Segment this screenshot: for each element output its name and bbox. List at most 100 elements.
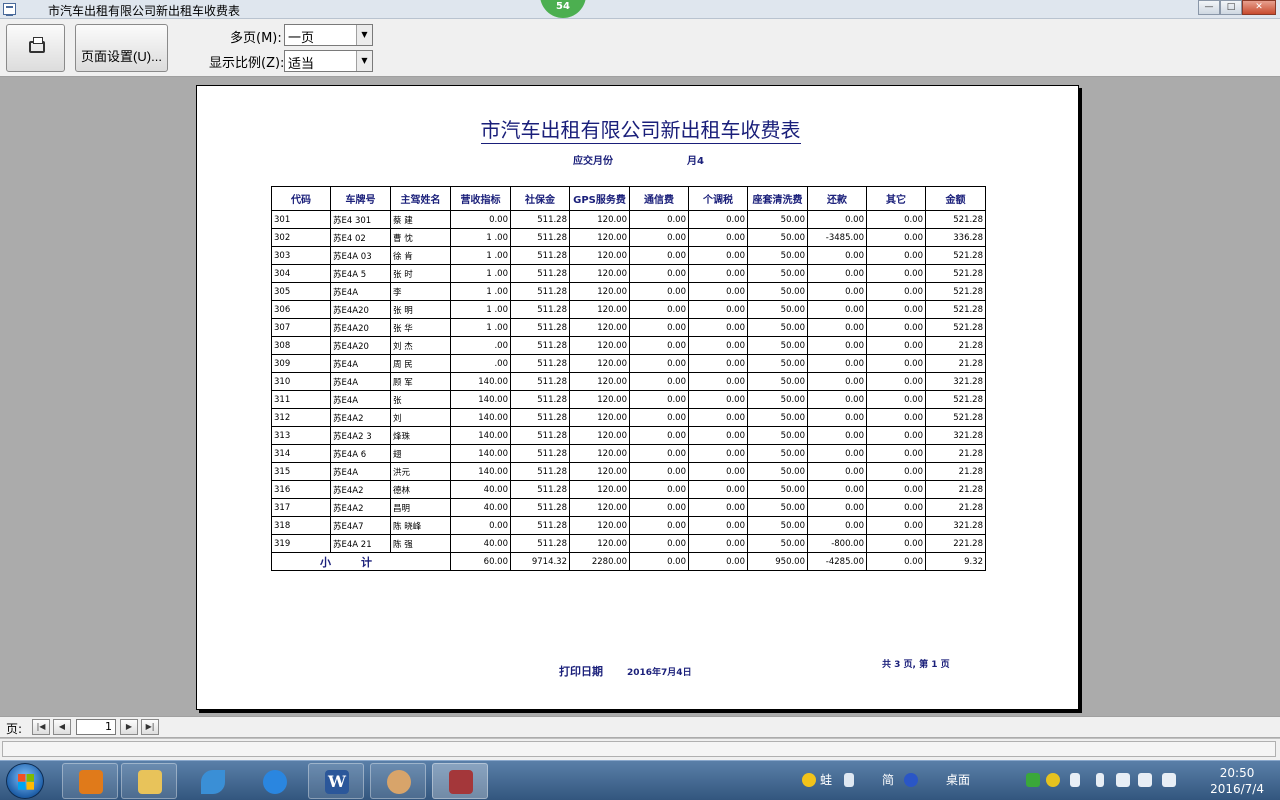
table-cell: 302 <box>271 228 331 247</box>
table-cell: -3485.00 <box>807 228 867 247</box>
table-cell: 521.28 <box>925 390 986 409</box>
signal-icon[interactable] <box>844 773 854 787</box>
table-cell: 50.00 <box>747 480 808 499</box>
volume-icon[interactable] <box>1138 773 1152 787</box>
table-cell: 苏E4A2 <box>330 498 391 517</box>
table-cell: 0.00 <box>866 336 926 355</box>
table-cell: 120.00 <box>569 372 630 391</box>
table-cell: 苏E4A2 <box>330 408 391 427</box>
help-icon[interactable] <box>904 773 918 787</box>
taskbar-app-ie[interactable] <box>246 763 302 799</box>
taskbar-app-bird[interactable] <box>184 763 240 799</box>
table-cell: 0.00 <box>688 282 748 301</box>
taskbar-app-word[interactable]: W <box>308 763 364 799</box>
total-cell: 0.00 <box>629 552 689 571</box>
qq-icon[interactable] <box>802 773 816 787</box>
table-cell: 刘 杰 <box>390 336 451 355</box>
table-cell: 511.28 <box>510 300 570 319</box>
table-cell: 40.00 <box>450 480 511 499</box>
table-cell: 0.00 <box>688 462 748 481</box>
table-row: 302 苏E4 02 曹 忱1 .00 511.28 120.00 0.00 0.00 50.… <box>271 228 986 247</box>
maximize-button[interactable]: □ <box>1220 0 1242 15</box>
multipage-value: 一页 <box>288 31 315 46</box>
table-cell: 0.00 <box>807 210 867 229</box>
taskbar-app-access[interactable] <box>432 763 488 799</box>
flag-icon[interactable] <box>1070 773 1080 787</box>
close-button[interactable]: ✕ <box>1242 0 1276 15</box>
table-cell: 0.00 <box>629 462 689 481</box>
minimize-button[interactable]: — <box>1198 0 1220 15</box>
tray-text-2[interactable]: 简 <box>882 771 894 788</box>
chevron-down-icon[interactable]: ▼ <box>356 51 372 71</box>
table-cell: 511.28 <box>510 336 570 355</box>
table-cell: 511.28 <box>510 462 570 481</box>
table-cell: 314 <box>271 444 331 463</box>
column-header: 车牌号 <box>330 186 391 211</box>
total-cell: 9714.32 <box>510 552 570 571</box>
table-cell: 120.00 <box>569 228 630 247</box>
paint-icon <box>387 770 411 794</box>
table-cell: 120.00 <box>569 210 630 229</box>
table-header-row: 代码 车牌号 主驾姓名 营收指标 社保金 GPS服务费 通信费 个调税 座套清洗费 还款 其它 金额 <box>271 186 986 211</box>
clock[interactable]: 20:50 2016/7/4 <box>1210 765 1264 797</box>
page-number-input[interactable]: 1 <box>76 719 116 735</box>
table-cell: 140.00 <box>450 390 511 409</box>
preview-canvas[interactable]: 市汽车出租有限公司新出租车收费表 应交月份 月4 代码 车牌号 主驾姓名 营收指标 社保… <box>0 78 1280 716</box>
table-cell: 50.00 <box>747 246 808 265</box>
chevron-down-icon[interactable]: ▼ <box>356 25 372 45</box>
taskbar-app-media[interactable] <box>62 763 118 799</box>
network-icon[interactable] <box>1116 773 1130 787</box>
column-header: 其它 <box>866 186 926 211</box>
action-center-icon[interactable] <box>1162 773 1176 787</box>
table-cell: 苏E4A2 3 <box>330 426 391 445</box>
prev-page-button[interactable]: ◀ <box>53 719 71 735</box>
table-cell: 0.00 <box>866 534 926 553</box>
internet-explorer-icon <box>263 770 287 794</box>
total-cell: 2280.00 <box>569 552 630 571</box>
first-page-button[interactable]: |◀ <box>32 719 50 735</box>
status-field <box>2 741 1276 757</box>
table-row: 318 苏E4A7 陈 晓峰 0.00 511.28 120.00 0.00 0.00 50.0… <box>271 516 986 535</box>
table-cell: 120.00 <box>569 444 630 463</box>
folder-icon <box>138 770 162 794</box>
app-icon[interactable] <box>3 3 16 16</box>
table-cell: 221.28 <box>925 534 986 553</box>
page-setup-button[interactable]: 页面设置(U)... <box>75 24 168 72</box>
table-cell: 苏E4A20 <box>330 300 391 319</box>
table-cell: 140.00 <box>450 426 511 445</box>
multipage-select[interactable]: 一页 ▼ <box>284 24 373 46</box>
print-button[interactable] <box>6 24 65 72</box>
zoom-select[interactable]: 适当 ▼ <box>284 50 373 72</box>
table-cell: 0.00 <box>866 246 926 265</box>
table-cell: 徐 肯 <box>390 246 451 265</box>
table-cell: 苏E4A20 <box>330 336 391 355</box>
taskbar: W 蛙 简 桌面 20:50 2016/7/4 <box>0 760 1280 800</box>
table-cell: 0.00 <box>629 318 689 337</box>
notification-badge[interactable]: 54 <box>540 0 586 18</box>
taskbar-app-paint[interactable] <box>370 763 426 799</box>
table-cell: 0.00 <box>866 210 926 229</box>
table-cell: 120.00 <box>569 516 630 535</box>
report-title: 市汽车出租有限公司新出租车收费表 <box>480 118 801 144</box>
table-cell: 21.28 <box>925 354 986 373</box>
table-cell: 50.00 <box>747 516 808 535</box>
battery-icon[interactable] <box>1096 773 1104 787</box>
table-cell: 511.28 <box>510 426 570 445</box>
start-button[interactable] <box>6 763 44 799</box>
next-page-button[interactable]: ▶ <box>120 719 138 735</box>
table-cell: 0.00 <box>807 282 867 301</box>
column-header: 社保金 <box>510 186 570 211</box>
tray-desktop-label[interactable]: 桌面 <box>946 771 970 788</box>
table-cell: 21.28 <box>925 444 986 463</box>
taskbar-app-explorer[interactable] <box>121 763 177 799</box>
last-page-button[interactable]: ▶| <box>141 719 159 735</box>
table-cell: 苏E4 02 <box>330 228 391 247</box>
column-header: 还款 <box>807 186 867 211</box>
table-cell: 0.00 <box>629 408 689 427</box>
shield-icon[interactable] <box>1026 773 1040 787</box>
security-icon[interactable] <box>1046 773 1060 787</box>
report-page: 市汽车出租有限公司新出租车收费表 应交月份 月4 代码 车牌号 主驾姓名 营收指标 社保… <box>196 85 1079 710</box>
table-cell: 0.00 <box>807 498 867 517</box>
table-row: 306 苏E4A20 张 明1 .00 511.28 120.00 0.00 0.00 50.… <box>271 300 986 319</box>
table-cell: 1 .00 <box>450 318 511 337</box>
